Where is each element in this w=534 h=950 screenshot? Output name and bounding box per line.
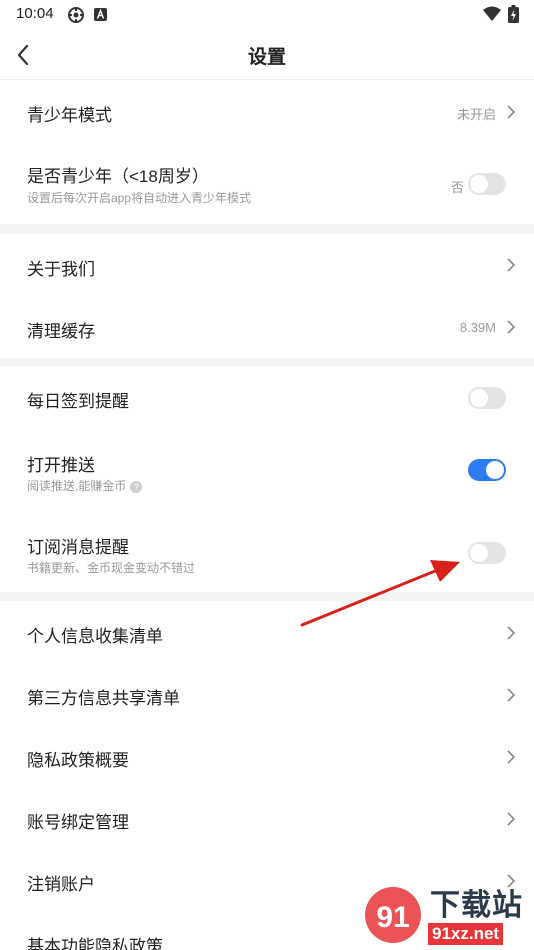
status-time: 10:04 [16,5,54,22]
chevron-right-icon [507,626,516,640]
watermark-site: 91xz.net [428,923,504,945]
toggle-knob [486,461,504,479]
chevron-right-icon [507,320,516,334]
chevron-left-icon [17,44,29,66]
chevron-right-icon [507,105,516,119]
chevron-right-icon [507,750,516,764]
youth-mode-row[interactable]: 青少年模式 未开启 [0,80,534,144]
status-bar: 10:04 [0,0,534,30]
subscribe-reminder-toggle[interactable] [468,542,506,564]
location-icon [68,7,84,23]
a-badge-icon [94,8,107,21]
is-youth-row: 是否青少年（<18周岁） 设置后每次开启app将自动进入青少年模式 否 [0,144,534,224]
watermark: 91 下载站 91xz.net [360,880,534,950]
is-youth-toggle[interactable] [468,173,506,195]
push-sub: 阅读推送,能赚金币? [27,477,143,494]
clear-cache-row[interactable]: 清理缓存 8.39M [0,296,534,358]
privacy-list-item[interactable]: 隐私政策概要 [0,725,534,787]
checkin-reminder-label: 每日签到提醒 [27,392,129,411]
subscribe-reminder-sub: 书籍更新、金币现金变动不错过 [27,561,196,575]
chevron-right-icon [507,812,516,826]
privacy-list-label: 账号绑定管理 [27,813,129,832]
back-button[interactable] [12,40,42,70]
wifi-icon [483,6,501,21]
push-toggle[interactable] [468,459,506,481]
is-youth-sub: 设置后每次开启app将自动进入青少年模式 [27,191,252,205]
title-bar: 设置 [0,30,534,80]
youth-mode-label: 青少年模式 [27,106,112,125]
checkin-reminder-row: 每日签到提醒 [0,366,534,430]
toggle-knob [470,544,488,562]
annotation-arrow [300,560,460,627]
privacy-list-label: 基本功能隐私政策 [27,937,163,950]
toggle-knob [470,389,488,407]
svg-text:91: 91 [376,901,409,934]
battery-icon [508,5,519,23]
about-us-label: 关于我们 [27,260,95,279]
subscribe-reminder-label: 订阅消息提醒 [27,538,129,557]
watermark-logo-icon: 91 [365,887,421,943]
toggle-knob [470,175,488,193]
about-us-row[interactable]: 关于我们 [0,234,534,296]
privacy-list-item[interactable]: 账号绑定管理 [0,787,534,849]
watermark-brand: 下载站 [430,889,523,922]
privacy-list-label: 隐私政策概要 [27,751,129,770]
push-row: 打开推送 阅读推送,能赚金币? [0,430,534,512]
privacy-list-label: 个人信息收集清单 [27,627,163,646]
privacy-list-item[interactable]: 第三方信息共享清单 [0,663,534,725]
push-label: 打开推送 [27,456,95,475]
help-icon[interactable]: ? [130,480,143,493]
section-gap [0,358,534,366]
chevron-right-icon [507,688,516,702]
page-title: 设置 [247,47,286,68]
clear-cache-label: 清理缓存 [27,322,95,341]
cache-size: 8.39M [459,320,496,335]
is-youth-label: 是否青少年（<18周岁） [27,167,209,186]
chevron-right-icon [507,258,516,272]
checkin-reminder-toggle[interactable] [468,387,506,409]
privacy-list-label: 第三方信息共享清单 [27,689,180,708]
push-sub-text: 阅读推送,能赚金币 [27,479,127,493]
privacy-list-label: 注销账户 [27,875,95,894]
section-gap [0,224,534,234]
youth-mode-status: 未开启 [456,107,496,122]
is-youth-value: 否 [450,180,464,195]
